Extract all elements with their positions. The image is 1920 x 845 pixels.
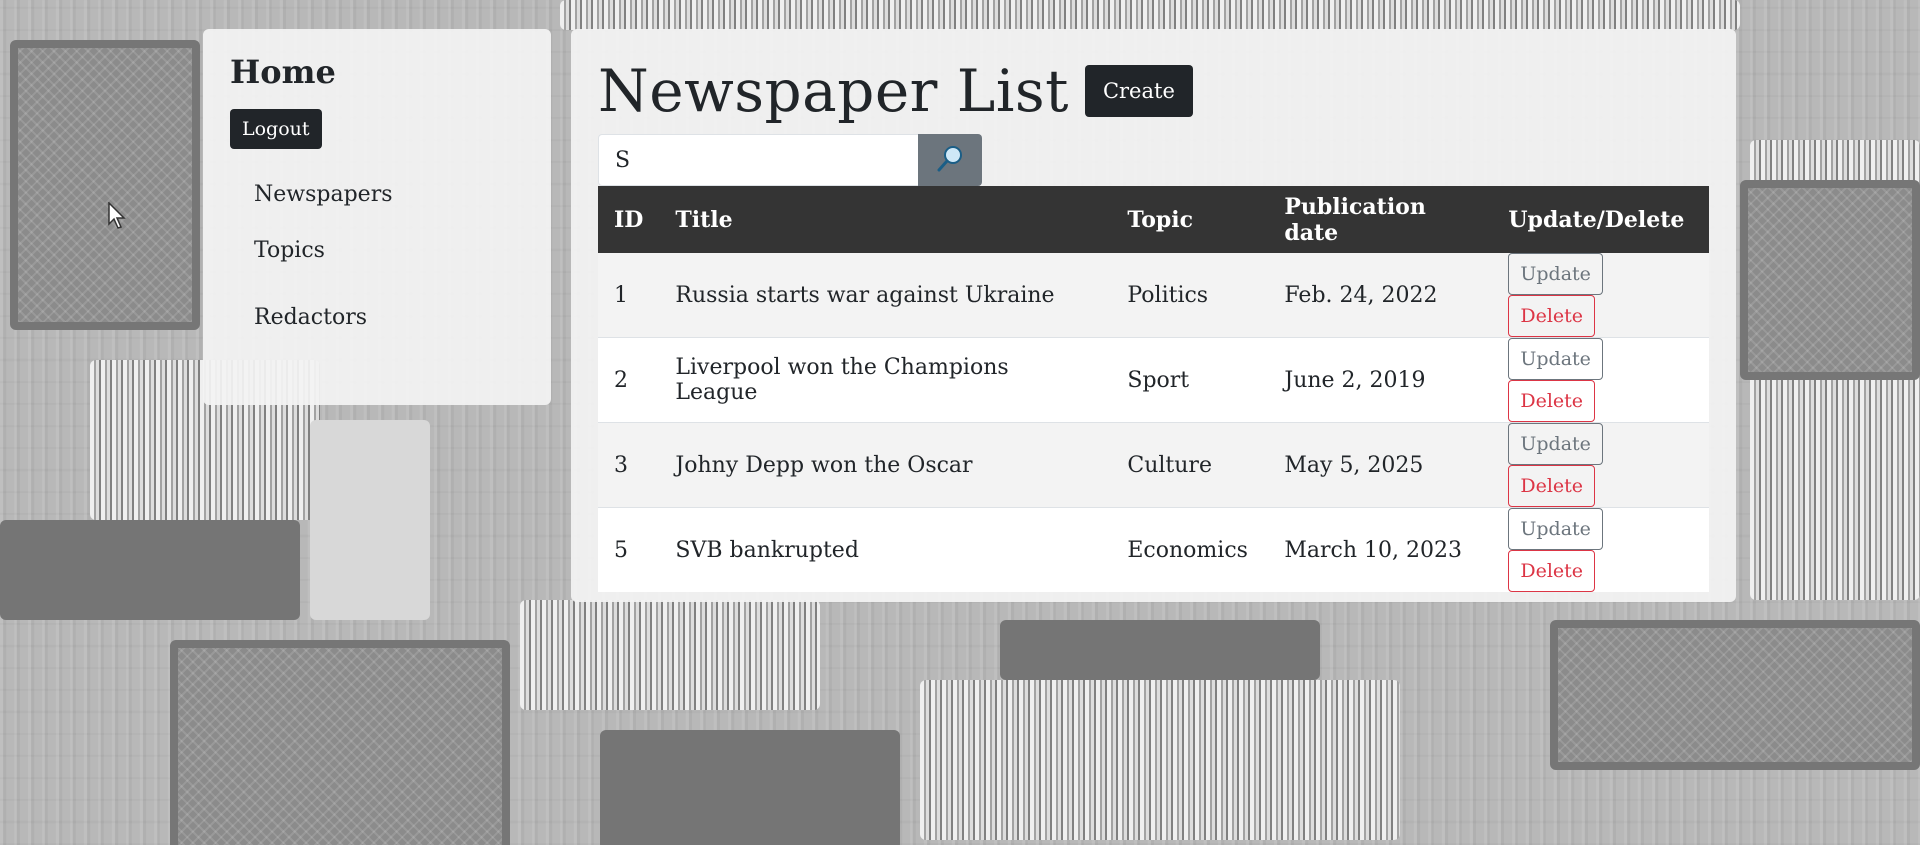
column-header-topic: Topic [1127,206,1194,233]
title-row: Newspaper List Create [598,57,1709,125]
cell-id: 3 [614,452,628,478]
search-button[interactable] [918,134,982,186]
column-header-title: Title [675,206,733,233]
cell-title: Russia starts war against Ukraine [675,282,1055,308]
cell-topic: Sport [1127,367,1190,393]
sidebar-item-newspapers: Newspapers [230,171,524,217]
main-content: Newspaper List Create ID Title Topic Pub… [571,29,1736,602]
delete-button[interactable]: Delete [1508,380,1596,422]
page-title: Newspaper List [598,57,1069,125]
table-header-row: ID Title Topic Publication date Update/D… [598,186,1709,253]
sidebar-item-topics: Topics [230,217,524,284]
cell-topic: Politics [1127,282,1209,308]
cell-date: May 5, 2025 [1284,452,1424,478]
search-input[interactable] [598,134,918,186]
sidebar-link-redactors[interactable]: Redactors [230,305,367,330]
home-link[interactable]: Home [230,53,524,91]
cell-date: March 10, 2023 [1284,537,1462,563]
cell-title: Johny Depp won the Oscar [675,452,973,478]
cell-id: 1 [614,282,628,308]
table-row: 1 Russia starts war against Ukraine Poli… [598,253,1709,338]
search-form [598,134,1709,186]
sidebar-link-topics[interactable]: Topics [230,238,325,263]
sidebar-item-redactors: Redactors [230,284,524,351]
sidebar-nav: Newspapers Topics Redactors [230,171,524,351]
cell-date: June 2, 2019 [1284,367,1426,393]
sidebar-link-newspapers[interactable]: Newspapers [230,182,393,207]
table-row: 5 SVB bankrupted Economics March 10, 202… [598,507,1709,592]
cell-title: SVB bankrupted [675,537,859,563]
table-row: 3 Johny Depp won the Oscar Culture May 5… [598,422,1709,508]
magnifier-icon [935,144,965,177]
cell-id: 5 [614,537,628,563]
column-header-id: ID [614,206,644,233]
cell-actions: UpdateDelete [1492,508,1709,592]
cell-title: Liverpool won the Champions League [675,355,1009,405]
newspaper-table: ID Title Topic Publication date Update/D… [598,186,1709,592]
logout-button[interactable]: Logout [230,109,322,150]
update-button[interactable]: Update [1508,508,1603,550]
table-row: 2 Liverpool won the Champions League Spo… [598,337,1709,423]
delete-button[interactable]: Delete [1508,465,1596,507]
create-button[interactable]: Create [1084,65,1193,117]
column-header-publication-date: Publication date [1284,193,1426,246]
cell-actions: UpdateDelete [1492,253,1709,338]
delete-button[interactable]: Delete [1508,295,1596,337]
cell-actions: UpdateDelete [1492,338,1709,423]
column-header-actions: Update/Delete [1508,206,1685,233]
delete-button[interactable]: Delete [1508,550,1596,592]
mouse-cursor-icon [108,201,128,234]
update-button[interactable]: Update [1508,253,1603,295]
cell-id: 2 [614,367,628,393]
cell-actions: UpdateDelete [1492,423,1709,508]
cell-date: Feb. 24, 2022 [1284,282,1438,308]
update-button[interactable]: Update [1508,338,1603,380]
cell-topic: Culture [1127,452,1212,478]
cell-topic: Economics [1127,537,1248,563]
update-button[interactable]: Update [1508,423,1603,465]
sidebar: Home Logout Newspapers Topics Redactors [203,29,551,405]
